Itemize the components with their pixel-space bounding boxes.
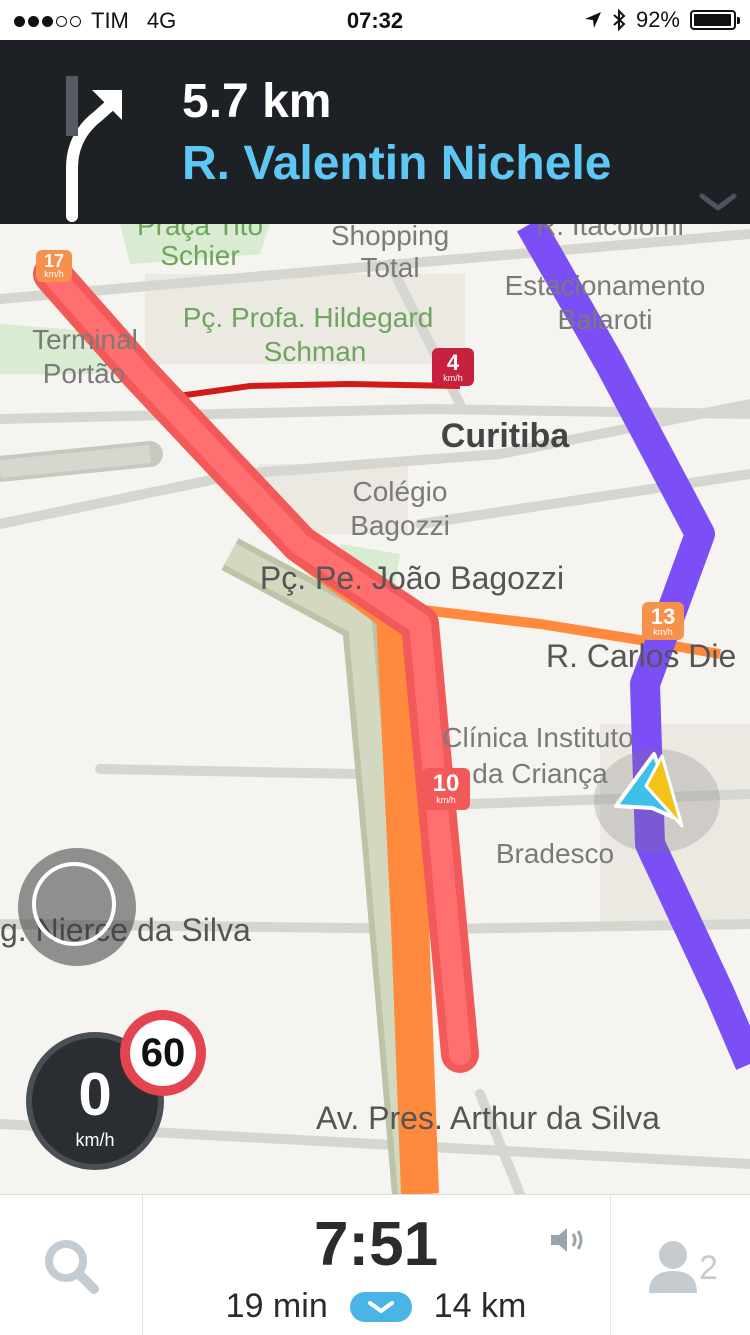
map-label: R. Itacolomi xyxy=(536,224,684,241)
map-label: Pç. Pe. João Bagozzi xyxy=(259,560,565,596)
next-street-name: R. Valentin Nichele xyxy=(182,137,612,190)
car-position-icon xyxy=(594,749,720,853)
chevron-down-icon xyxy=(367,1300,394,1313)
people-count: 2 xyxy=(699,1249,718,1287)
map-label: Estacionamento xyxy=(504,270,706,301)
status-bar: TIM 4G 07:32 92% xyxy=(0,0,750,40)
recenter-button[interactable] xyxy=(18,848,136,966)
speed-unit: km/h xyxy=(75,1130,115,1150)
trip-details-toggle[interactable] xyxy=(349,1291,412,1322)
map-label: R. Carlos Die xyxy=(546,640,737,672)
bluetooth-icon xyxy=(613,9,626,31)
trip-distance: 14 km xyxy=(433,1287,527,1325)
map-label: Portão xyxy=(42,358,126,389)
traffic-speed-tag[interactable]: 10 km/h xyxy=(422,768,470,810)
location-arrow-icon xyxy=(584,12,601,28)
eta-time: 7:51 xyxy=(313,1210,439,1279)
map-label: Schman xyxy=(263,336,367,367)
map-view[interactable]: Praça Tito Schier Shopping Total R. Itac… xyxy=(0,224,750,1194)
map-label: Schier xyxy=(160,240,240,271)
turn-distance: 5.7 km xyxy=(182,75,332,128)
map-label: Colégio xyxy=(352,476,448,507)
bottom-bar: 7:51 19 min 14 km 2 xyxy=(0,1194,750,1335)
map-label: Total xyxy=(360,252,420,283)
turn-right-arrow-icon xyxy=(66,76,122,222)
map-label: Bagozzi xyxy=(350,510,450,541)
battery-percent: 92% xyxy=(635,7,680,32)
traffic-speed-tag[interactable]: 13 km/h xyxy=(642,602,684,640)
chevron-down-icon[interactable] xyxy=(698,190,738,214)
map-label: Shopping xyxy=(330,224,450,251)
volume-icon[interactable] xyxy=(547,1225,587,1255)
eta-panel[interactable]: 7:51 19 min 14 km xyxy=(143,1195,609,1335)
person-icon xyxy=(649,1241,697,1293)
battery-icon xyxy=(690,10,740,30)
map-label: Pç. Profa. Hildegard xyxy=(182,302,434,333)
map-label-city: Curitiba xyxy=(440,417,570,455)
people-button[interactable]: 2 xyxy=(610,1195,750,1335)
speed-limit-sign: 60 xyxy=(120,1010,206,1096)
navigation-banner[interactable]: 5.7 km R. Valentin Nichele xyxy=(0,40,750,224)
traffic-speed-tag[interactable]: 4 km/h xyxy=(432,348,474,386)
crosshair-icon xyxy=(32,862,116,946)
speed-limit-value: 60 xyxy=(130,1020,196,1086)
traffic-speed-tag[interactable]: 17 km/h xyxy=(36,250,72,282)
map-label: Balaroti xyxy=(557,304,653,335)
trip-duration: 19 min xyxy=(225,1287,328,1325)
search-icon xyxy=(45,1240,99,1294)
search-button[interactable] xyxy=(0,1195,143,1335)
map-label: Terminal xyxy=(32,324,138,355)
map-label: Av. Pres. Arthur da Silva xyxy=(316,1102,660,1134)
